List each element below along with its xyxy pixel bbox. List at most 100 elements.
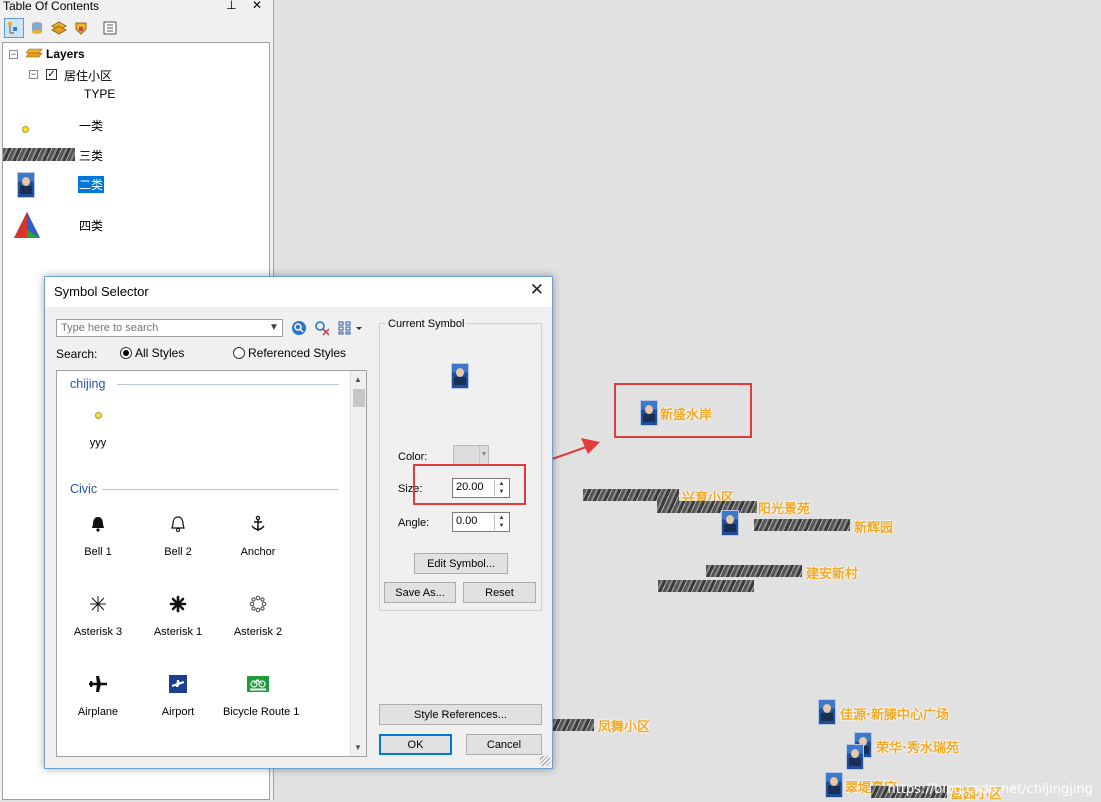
symbol-item[interactable]: Bell 1 <box>63 512 133 558</box>
map-label: 建安新村 <box>806 567 859 582</box>
toc-title: Table Of Contents <box>3 0 100 13</box>
vertical-scrollbar[interactable]: ▲ ▼ <box>350 371 366 756</box>
symbol-label: Bell 2 <box>164 546 192 558</box>
class-label[interactable]: 三类 <box>79 147 103 164</box>
raster-strip-icon <box>3 148 75 161</box>
bicycle-route-icon <box>247 676 269 692</box>
search-icon[interactable] <box>290 319 308 337</box>
class-label[interactable]: 一类 <box>79 117 103 134</box>
symbol-selector-dialog: Symbol Selector ✕ ▼ Search: All Styles R… <box>44 276 553 769</box>
save-as-button[interactable]: Save As... <box>384 582 456 603</box>
radio-all-styles[interactable]: All Styles <box>120 346 184 360</box>
airport-icon <box>169 675 187 693</box>
symbol-label: yyy <box>89 437 107 449</box>
symbol-list[interactable]: chijing yyy Civic Bell 1 Bell 2 Anchor A… <box>56 370 367 757</box>
symbol-item[interactable]: Airplane <box>63 672 133 718</box>
symbol-item[interactable]: yyy <box>63 403 133 449</box>
layer-visibility-checkbox[interactable]: ✓ <box>46 69 57 80</box>
list-by-source-icon[interactable] <box>27 18 47 38</box>
symbol-label: Asterisk 1 <box>153 626 203 638</box>
search-input[interactable] <box>56 319 283 337</box>
bell-outline-icon <box>171 516 185 532</box>
layer-expander[interactable]: − <box>29 70 38 79</box>
raster-marker <box>706 565 802 577</box>
symbol-item[interactable]: Anchor <box>223 512 293 558</box>
radio-button[interactable] <box>120 347 132 359</box>
color-label: Color: <box>398 451 428 463</box>
view-options-icon[interactable] <box>337 319 365 337</box>
class-label-selected[interactable]: 二类 <box>78 176 105 193</box>
radio-button[interactable] <box>233 347 245 359</box>
layer-name[interactable]: 居住小区 <box>64 67 112 84</box>
photo-marker-icon[interactable] <box>818 699 836 725</box>
raster-marker <box>754 519 850 531</box>
category-header: chijing <box>70 377 106 391</box>
angle-value[interactable]: 0.00 <box>456 515 477 527</box>
raster-marker <box>552 719 594 731</box>
triangle-icon <box>14 212 40 238</box>
asterisk-thin-icon <box>90 596 106 612</box>
options-icon[interactable] <box>100 18 120 38</box>
symbol-label: Asterisk 2 <box>233 626 283 638</box>
symbol-label: Asterisk 3 <box>73 626 123 638</box>
symbol-item[interactable]: Bell 2 <box>143 512 213 558</box>
raster-marker <box>657 501 757 513</box>
list-by-drawing-order-icon[interactable] <box>4 18 24 38</box>
close-icon[interactable]: ✕ <box>530 280 544 300</box>
search-label: Search: <box>56 347 98 361</box>
chevron-down-icon[interactable]: ▼ <box>479 446 488 464</box>
radio-label: All Styles <box>135 346 185 360</box>
photo-marker-icon[interactable] <box>846 744 864 770</box>
photo-marker-icon <box>17 172 35 198</box>
category-divider <box>117 384 339 385</box>
symbol-label: Bell 1 <box>84 546 112 558</box>
ok-button[interactable]: OK <box>379 734 452 755</box>
list-by-visibility-icon[interactable] <box>49 18 69 38</box>
raster-marker <box>658 580 754 592</box>
clear-search-icon[interactable] <box>313 319 331 337</box>
chevron-down-icon[interactable]: ▼ <box>266 320 282 336</box>
toc-window-buttons[interactable]: ⊥ ✕ <box>226 0 268 11</box>
edit-symbol-button[interactable]: Edit Symbol... <box>414 553 508 574</box>
symbol-label: Bicycle Route 1 <box>223 706 300 718</box>
photo-marker-icon[interactable] <box>640 400 658 426</box>
color-picker[interactable]: ▼ <box>453 445 489 465</box>
scroll-up-icon[interactable]: ▲ <box>354 375 362 384</box>
photo-marker-icon[interactable] <box>825 772 843 798</box>
category-header: Civic <box>70 482 98 496</box>
layers-expander[interactable]: − <box>9 50 18 59</box>
radio-referenced-styles[interactable]: Referenced Styles <box>233 346 346 360</box>
resize-grip[interactable] <box>540 756 550 766</box>
dialog-title-bar[interactable]: Symbol Selector ✕ <box>45 277 552 307</box>
photo-marker-icon[interactable] <box>721 510 739 536</box>
map-label: 荣华·秀水瑞苑 <box>876 741 959 756</box>
asterisk-dotted-icon <box>249 595 267 613</box>
map-label: 新辉园 <box>854 521 894 536</box>
symbol-item[interactable]: Asterisk 1 <box>143 592 213 638</box>
symbol-item[interactable]: Asterisk 3 <box>63 592 133 638</box>
scroll-thumb[interactable] <box>353 389 365 407</box>
airplane-icon <box>89 676 107 692</box>
symbol-item[interactable]: Asterisk 2 <box>223 592 293 638</box>
renderer-field-label: TYPE <box>84 87 116 101</box>
scroll-down-icon[interactable]: ▼ <box>354 743 362 752</box>
radio-label: Referenced Styles <box>248 346 347 360</box>
layers-root-label[interactable]: Layers <box>46 47 85 61</box>
list-by-selection-icon[interactable] <box>71 18 91 38</box>
reset-button[interactable]: Reset <box>463 582 536 603</box>
yellow-dot-icon <box>22 126 29 133</box>
symbol-item[interactable]: Airport <box>143 672 213 718</box>
angle-stepper[interactable]: 0.00 ▲ ▼ <box>452 512 510 532</box>
category-divider <box>102 489 339 490</box>
cancel-button[interactable]: Cancel <box>466 734 542 755</box>
raster-marker <box>583 489 679 501</box>
style-references-button[interactable]: Style References... <box>379 704 542 725</box>
toc-title-bar: Table Of Contents ⊥ ✕ <box>0 0 274 14</box>
current-symbol-label: Current Symbol <box>386 318 467 330</box>
highlight-box-size <box>413 464 526 505</box>
spin-arrows-icon[interactable]: ▲ ▼ <box>494 514 508 530</box>
symbol-item[interactable]: Bicycle Route 1 <box>223 672 300 718</box>
symbol-label: Airport <box>161 706 195 718</box>
asterisk-bold-icon <box>169 595 187 613</box>
class-label[interactable]: 四类 <box>79 217 103 234</box>
